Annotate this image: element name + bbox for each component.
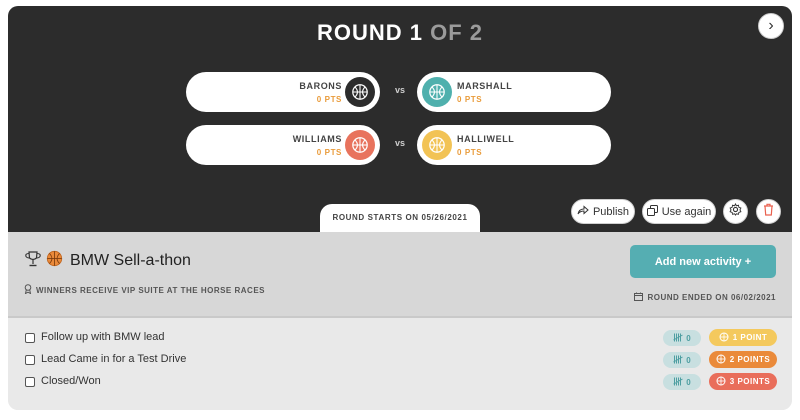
points-label: 2 POINTS — [729, 355, 771, 364]
basketball-icon — [345, 77, 375, 107]
chevron-right-icon: › — [768, 17, 774, 34]
contest-title: BMW Sell-a-thon — [70, 252, 191, 269]
team-points: 0 PTS — [316, 95, 342, 104]
tally-icon — [673, 355, 684, 366]
team-points: 0 PTS — [457, 148, 483, 157]
basketball-icon — [716, 354, 726, 366]
basketball-icon — [46, 250, 63, 272]
activity-label: Follow up with BMW lead — [41, 331, 165, 343]
add-activity-button[interactable]: Add new activity + — [630, 245, 776, 278]
use-again-label: Use again — [661, 205, 712, 218]
team-barons[interactable]: BARONS 0 PTS — [186, 72, 380, 112]
team-halliwell[interactable]: HALLIWELL 0 PTS — [417, 125, 611, 165]
points-label: 1 POINT — [732, 333, 768, 342]
copy-icon — [646, 204, 658, 219]
trash-icon — [763, 203, 774, 221]
contest-info: BMW Sell-a-thon WINNERS RECEIVE VIP SUIT… — [8, 232, 792, 316]
round-ended-info: ROUND ENDED ON 06/02/2021 — [634, 292, 776, 303]
tally-counter[interactable]: 0 — [663, 330, 701, 346]
prize-description: WINNERS RECEIVE VIP SUITE AT THE HORSE R… — [24, 284, 265, 296]
basketball-icon — [716, 376, 726, 388]
team-points: 0 PTS — [316, 148, 342, 157]
team-name: BARONS — [299, 81, 342, 91]
tally-counter[interactable]: 0 — [663, 374, 701, 390]
match-2: WILLIAMS 0 PTS vs HALLIWELL 0 PTS — [8, 125, 792, 165]
calendar-icon — [634, 292, 644, 303]
round-title: ROUND 1 OF 2 — [8, 20, 792, 46]
tally-count: 0 — [686, 333, 691, 343]
team-name: MARSHALL — [457, 81, 513, 91]
round-label: ROUND 1 — [316, 20, 423, 45]
contest-card: ROUND 1 OF 2 › BARONS 0 PTS vs MARSHALL … — [8, 6, 792, 410]
points-badge: 3 POINTS — [709, 373, 777, 390]
round-ended-text: ROUND ENDED ON 06/02/2021 — [647, 293, 776, 302]
versus-label: vs — [394, 138, 405, 148]
tally-icon — [673, 333, 684, 344]
basketball-icon — [719, 332, 729, 344]
share-icon — [577, 205, 589, 218]
points-badge: 1 POINT — [709, 329, 777, 346]
settings-button[interactable] — [723, 199, 748, 224]
basketball-icon — [422, 77, 452, 107]
contest-title-row: BMW Sell-a-thon — [24, 250, 191, 272]
tally-icon — [673, 377, 684, 388]
publish-button[interactable]: Publish — [571, 199, 635, 224]
activity-list: Follow up with BMW lead 0 1 POINT Lead C… — [8, 316, 792, 410]
team-points: 0 PTS — [457, 95, 483, 104]
points-label: 3 POINTS — [729, 377, 771, 386]
round-starts-label: ROUND STARTS ON 05/26/2021 — [320, 204, 480, 234]
tally-count: 0 — [686, 377, 691, 387]
tally-counter[interactable]: 0 — [663, 352, 701, 368]
activity-row: Follow up with BMW lead 0 1 POINT — [8, 328, 792, 348]
team-williams[interactable]: WILLIAMS 0 PTS — [186, 125, 380, 165]
activity-label: Closed/Won — [41, 375, 101, 387]
activity-row: Closed/Won 0 3 POINTS — [8, 372, 792, 392]
basketball-icon — [422, 130, 452, 160]
round-of: OF 2 — [430, 20, 484, 45]
tally-count: 0 — [686, 355, 691, 365]
activity-row: Lead Came in for a Test Drive 0 2 POINTS — [8, 350, 792, 370]
prize-text: WINNERS RECEIVE VIP SUITE AT THE HORSE R… — [36, 285, 265, 295]
activity-checkbox[interactable] — [25, 355, 35, 365]
match-1: BARONS 0 PTS vs MARSHALL 0 PTS — [8, 72, 792, 112]
activity-label: Lead Came in for a Test Drive — [41, 353, 187, 365]
next-round-button[interactable]: › — [758, 13, 784, 39]
publish-label: Publish — [592, 205, 630, 218]
versus-label: vs — [394, 85, 405, 95]
basketball-icon — [345, 130, 375, 160]
delete-button[interactable] — [756, 199, 781, 224]
trophy-icon — [24, 250, 42, 272]
activity-checkbox[interactable] — [25, 377, 35, 387]
gear-icon — [729, 202, 742, 221]
round-header: ROUND 1 OF 2 › BARONS 0 PTS vs MARSHALL … — [8, 6, 792, 234]
use-again-button[interactable]: Use again — [642, 199, 716, 224]
award-icon — [24, 284, 32, 296]
activity-checkbox[interactable] — [25, 333, 35, 343]
team-name: WILLIAMS — [292, 134, 342, 144]
points-badge: 2 POINTS — [709, 351, 777, 368]
team-name: HALLIWELL — [457, 134, 515, 144]
team-marshall[interactable]: MARSHALL 0 PTS — [417, 72, 611, 112]
